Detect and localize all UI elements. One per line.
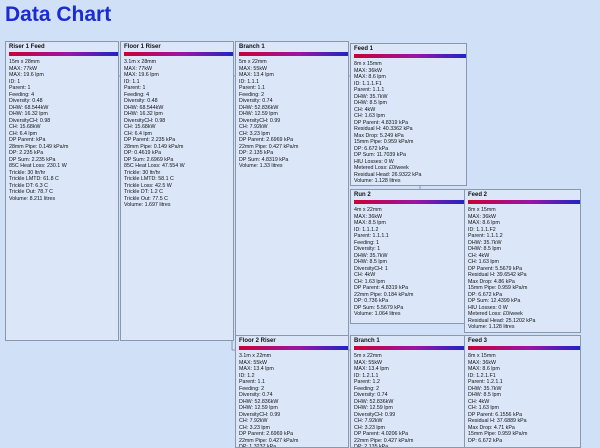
node-title: Run 2: [354, 192, 371, 198]
node-card-feed3[interactable]: Feed 3 8m x 15mm MAX: 36kW MAX: 8.6 lpm ID: …: [464, 335, 581, 448]
load-bar: [9, 52, 118, 56]
node-detail-line: DP: 1.3237 kPa: [239, 444, 277, 448]
load-bar: [354, 200, 466, 204]
node-title: Branch 1: [354, 338, 380, 344]
node-card-branch1b[interactable]: Branch 1 5m x 22mm MAX: 55kW MAX: 13.4 lpm I…: [350, 335, 467, 448]
node-title: Feed 3: [468, 338, 488, 344]
node-title: Floor 1 Riser: [124, 44, 161, 50]
node-title: Floor 2 Riser: [239, 338, 276, 344]
load-bar: [468, 346, 580, 350]
node-card-run2[interactable]: Run 2 4m x 22mm MAX: 36kW MAX: 8.5 lpm ID: 1…: [350, 189, 467, 324]
node-title: Feed 1: [354, 46, 374, 52]
data-chart-tree: Riser 1 Feed 15m x 28mm MAX: 77kW MAX: 19.6…: [0, 0, 600, 448]
node-title: Branch 1: [239, 44, 265, 50]
load-bar: [239, 52, 348, 56]
node-detail-line: Volume: 8.211 litres: [9, 195, 56, 202]
node-detail-line: Volume: 1.33 litres: [239, 163, 283, 169]
load-bar: [468, 200, 580, 204]
node-title: Feed 2: [468, 192, 488, 198]
node-card-floor2[interactable]: Floor 2 Riser 3.1m x 22mm MAX: 55kW MAX: 13…: [235, 335, 349, 448]
node-detail-line: Volume: 1.064 litres: [354, 311, 401, 317]
node-card-feed1[interactable]: Feed 1 8m x 15mm MAX: 36kW MAX: 8.6 lpm ID: …: [350, 43, 467, 186]
node-detail-line: Volume: 1.697 litres: [124, 202, 171, 208]
node-detail-line: Volume: 1.128 litres: [468, 324, 515, 330]
load-bar: [239, 346, 348, 350]
node-card-floor1[interactable]: Floor 1 Riser 3.1m x 28mm MAX: 77kW MAX: 19…: [120, 41, 234, 341]
node-card-riser1[interactable]: Riser 1 Feed 15m x 28mm MAX: 77kW MAX: 19.6…: [5, 41, 119, 341]
node-detail-line: DP: 6.672 kPa: [468, 437, 503, 444]
load-bar: [354, 346, 466, 350]
load-bar: [124, 52, 233, 56]
node-detail-line: Volume: 1.128 litres: [354, 178, 401, 184]
node-title: Riser 1 Feed: [9, 44, 45, 50]
node-card-branch1a[interactable]: Branch 1 5m x 22mm MAX: 55kW MAX: 13.4 lpm I…: [235, 41, 349, 341]
load-bar: [354, 54, 466, 58]
node-detail-line: DP: 2.135 kPa: [354, 444, 389, 448]
node-card-feed2[interactable]: Feed 2 8m x 15mm MAX: 36kW MAX: 8.6 lpm ID: …: [464, 189, 581, 333]
